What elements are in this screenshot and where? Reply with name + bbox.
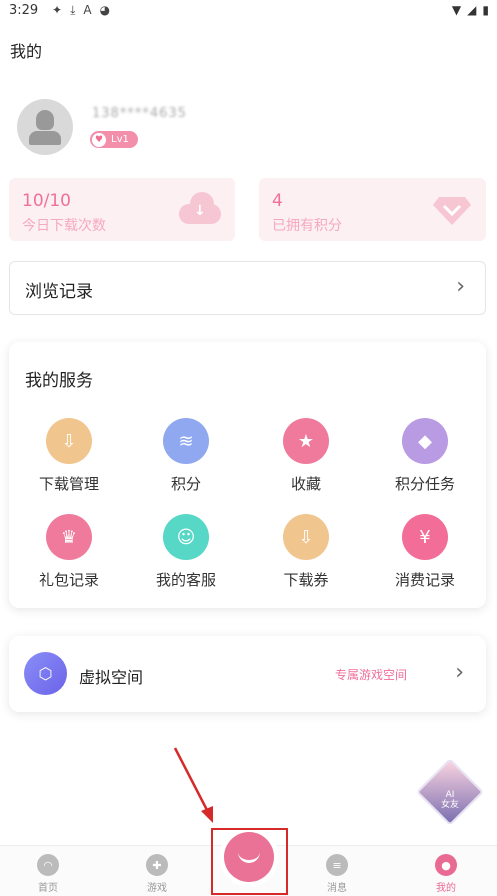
folder-star-icon: ★ <box>283 418 329 464</box>
service-item-label: 礼包记录 <box>38 571 99 589</box>
heart-gem-icon: ♥ <box>92 132 106 147</box>
gift-basket-icon: ♛ <box>46 514 92 560</box>
avatar[interactable] <box>17 99 73 155</box>
user-icon: ● <box>435 854 457 876</box>
ai-girlfriend-badge[interactable]: AI 女友 <box>416 758 484 826</box>
pacman-icon: ◕ <box>99 3 111 17</box>
download-count-value: 10/10 <box>22 191 71 211</box>
virtual-space-row[interactable]: ⬡ 虚拟空间 专属游戏空间 › <box>9 636 486 712</box>
level-badge: ♥ Lv1 <box>90 131 138 148</box>
annotation-highlight-box <box>211 828 288 895</box>
points-label: 已拥有积分 <box>272 218 342 234</box>
download-coupon-icon: ⇩ <box>283 514 329 560</box>
status-time: 3:29 <box>9 3 39 18</box>
points-card[interactable]: 4 已拥有积分 <box>259 178 486 241</box>
service-item-label: 积分任务 <box>394 475 455 493</box>
service-item[interactable]: ⇩ 下载管理 <box>14 418 124 494</box>
virtual-space-label: 虚拟空间 <box>79 668 144 687</box>
tab-home-label: 首页 <box>38 883 58 894</box>
service-item-label: 消费记录 <box>394 571 455 589</box>
service-item[interactable]: ¥ 消费记录 <box>370 514 480 590</box>
chevron-right-icon: › <box>455 660 464 685</box>
service-item-label: 收藏 <box>290 475 321 493</box>
ai-badge-line2: 女友 <box>440 800 459 810</box>
download-icon: ⤓ <box>70 3 76 17</box>
tab-mine-label: 我的 <box>436 883 456 894</box>
cloud-download-icon: ↓ <box>179 192 221 224</box>
coins-icon: ≋ <box>163 418 209 464</box>
download-count-card[interactable]: 10/10 今日下载次数 ↓ <box>9 178 235 241</box>
page-title: 我的 <box>10 42 43 61</box>
download-icon: ⇩ <box>46 418 92 464</box>
tab-mine[interactable]: ● 我的 <box>416 846 476 894</box>
ai-badge-line1: AI <box>445 790 455 800</box>
service-item-label: 积分 <box>170 475 201 493</box>
download-count-label: 今日下载次数 <box>22 218 106 234</box>
ghost-icon: ◠ <box>37 854 59 876</box>
signal-icon: ◢ <box>467 3 477 17</box>
diamond-icon <box>433 193 471 225</box>
browse-history-row[interactable]: 浏览记录 › <box>9 261 486 315</box>
chat-icon: ☺ <box>163 514 209 560</box>
my-services-card: 我的服务 ⇩ 下载管理 ≋ 积分 ★ 收藏 ◆ 积分任务 ♛ 礼包记录 ☺ 我的客服 ⇩ 下载券 ¥ 消费记录 <box>9 342 486 608</box>
service-item[interactable]: ≋ 积分 <box>131 418 241 494</box>
chevron-right-icon: › <box>456 274 465 299</box>
game-controller-icon: ✦ <box>52 3 63 17</box>
diamond-task-icon: ◆ <box>402 418 448 464</box>
wifi-icon: ▼ <box>451 3 462 17</box>
virtual-space-icon: ⬡ <box>24 652 67 695</box>
tab-messages[interactable]: ≡ 消息 <box>307 846 367 894</box>
battery-icon: ▮ <box>482 3 489 17</box>
service-item-label: 下载券 <box>283 571 329 589</box>
service-item-label: 我的客服 <box>155 571 216 589</box>
tab-games[interactable]: ✚ 游戏 <box>127 846 187 894</box>
service-item-label: 下载管理 <box>38 475 99 493</box>
service-item[interactable]: ◆ 积分任务 <box>370 418 480 494</box>
tab-games-label: 游戏 <box>147 883 167 894</box>
virtual-space-subtitle: 专属游戏空间 <box>335 668 408 682</box>
username: 138****4635 <box>92 106 187 121</box>
status-bar: 3:29 ✦ ⤓ A ◕ ▼ ◢ ▮ <box>0 0 497 22</box>
tab-home[interactable]: ◠ 首页 <box>18 846 78 894</box>
message-icon: ≡ <box>326 854 348 876</box>
receipt-icon: ¥ <box>402 514 448 560</box>
service-item[interactable]: ☺ 我的客服 <box>131 514 241 590</box>
points-value: 4 <box>272 191 283 211</box>
browse-history-label: 浏览记录 <box>25 282 93 302</box>
services-title: 我的服务 <box>25 371 93 391</box>
service-item[interactable]: ⇩ 下载券 <box>251 514 361 590</box>
tab-messages-label: 消息 <box>327 883 347 894</box>
a-icon: A <box>83 3 92 17</box>
service-item[interactable]: ★ 收藏 <box>251 418 361 494</box>
level-text: Lv1 <box>111 134 129 145</box>
service-item[interactable]: ♛ 礼包记录 <box>14 514 124 590</box>
gamepad-icon: ✚ <box>146 854 168 876</box>
